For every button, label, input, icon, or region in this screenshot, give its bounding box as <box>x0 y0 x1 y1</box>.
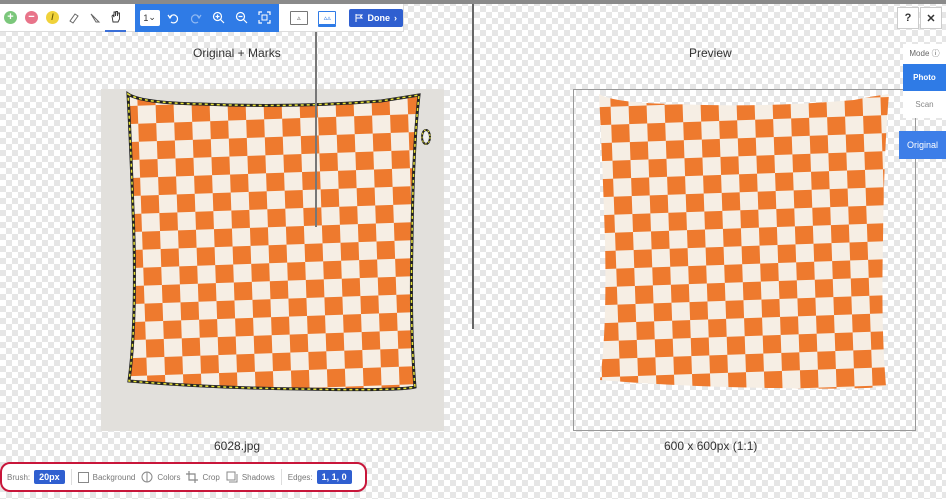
panel-divider[interactable] <box>472 4 474 329</box>
preview-size-label: 600 x 600px (1:1) <box>664 439 758 453</box>
mode-scan-button[interactable]: Scan <box>903 91 946 118</box>
edit-tool-group: 1 ⌄ <box>135 3 280 32</box>
edges-label: Edges: <box>287 472 313 482</box>
brush-setting[interactable]: Brush: 20px <box>7 470 65 484</box>
background-icon <box>77 471 89 483</box>
split-view-button[interactable]: ▵▵ <box>318 10 337 25</box>
close-icon: ✕ <box>926 12 936 25</box>
colors-button[interactable]: Colors <box>141 471 180 483</box>
redo-icon <box>190 13 202 23</box>
split-handle[interactable] <box>315 32 317 227</box>
shadows-label: Shadows <box>241 472 275 482</box>
close-button[interactable]: ✕ <box>920 7 942 29</box>
original-pillow-image <box>126 91 431 392</box>
done-label: Done <box>367 12 390 23</box>
remove-mark-tool[interactable]: − <box>21 4 42 32</box>
colors-icon <box>141 471 153 483</box>
fit-to-screen-button[interactable] <box>253 4 276 32</box>
help-button[interactable]: ? <box>897 7 919 29</box>
single-view-button[interactable]: ▵ <box>289 10 309 25</box>
help-icon: ? <box>904 12 912 24</box>
zoom-in-icon <box>213 11 225 24</box>
plus-icon: + <box>4 11 17 24</box>
zoom-out-icon <box>236 11 248 24</box>
brush-size-value: 1 <box>143 12 149 23</box>
shadows-icon <box>226 471 238 483</box>
edges-setting[interactable]: Edges: 1, 1, 0 <box>288 470 352 484</box>
edges-value-badge[interactable]: 1, 1, 0 <box>316 470 352 484</box>
preview-pillow-image <box>599 94 889 389</box>
hair-icon: / <box>46 11 59 24</box>
done-button[interactable]: Done › <box>349 8 403 27</box>
original-panel-title: Original + Marks <box>193 46 281 60</box>
brush-label: Brush: <box>7 472 31 482</box>
toolbar: + − / 1 ⌄ ▵ ▵▵ Done › <box>0 3 404 32</box>
mode-photo-button[interactable]: Photo <box>903 64 946 91</box>
crop-icon <box>186 471 199 483</box>
brush-value-badge[interactable]: 20px <box>34 470 65 484</box>
brush-size-select[interactable]: 1 ⌄ <box>138 4 161 32</box>
original-filename: 6028.jpg <box>214 439 261 453</box>
flag-icon <box>355 13 364 22</box>
undo-button[interactable] <box>161 4 184 32</box>
single-view-icon: ▵ <box>297 14 301 22</box>
hand-icon <box>111 11 120 23</box>
scalpel-tool[interactable] <box>84 4 105 32</box>
crop-label: Crop <box>202 472 220 482</box>
background-button[interactable]: Background <box>77 471 136 483</box>
redo-button[interactable] <box>184 4 207 32</box>
crop-button[interactable]: Crop <box>186 471 220 483</box>
split-view-icon: ▵▵ <box>323 14 331 22</box>
zoom-in-button[interactable] <box>207 4 230 32</box>
undo-icon <box>167 13 178 23</box>
eraser-icon <box>68 12 79 24</box>
hair-tool[interactable]: / <box>42 4 63 32</box>
colors-label: Colors <box>157 472 181 482</box>
original-image-canvas[interactable] <box>101 89 444 431</box>
add-mark-tool[interactable]: + <box>0 4 21 32</box>
minus-icon: − <box>25 11 38 24</box>
fit-screen-icon <box>258 11 271 24</box>
bottom-settings-bar: Brush: 20px Background Colors Crop Shado… <box>0 462 367 492</box>
separator <box>280 469 282 485</box>
separator <box>70 469 72 485</box>
background-label: Background <box>92 472 136 482</box>
shadows-button[interactable]: Shadows <box>226 471 275 483</box>
scalpel-icon <box>90 13 100 22</box>
eraser-tool[interactable] <box>63 4 84 32</box>
preview-panel-title: Preview <box>689 46 732 60</box>
mode-panel: Mode ⓘ Photo Scan <box>903 44 946 118</box>
mode-label: Mode ⓘ <box>903 44 946 64</box>
chevron-right-icon: › <box>393 12 397 23</box>
hand-tool[interactable] <box>105 4 126 32</box>
preview-canvas[interactable] <box>573 89 916 431</box>
zoom-out-button[interactable] <box>230 4 253 32</box>
original-toggle-button[interactable]: Original <box>899 131 946 159</box>
